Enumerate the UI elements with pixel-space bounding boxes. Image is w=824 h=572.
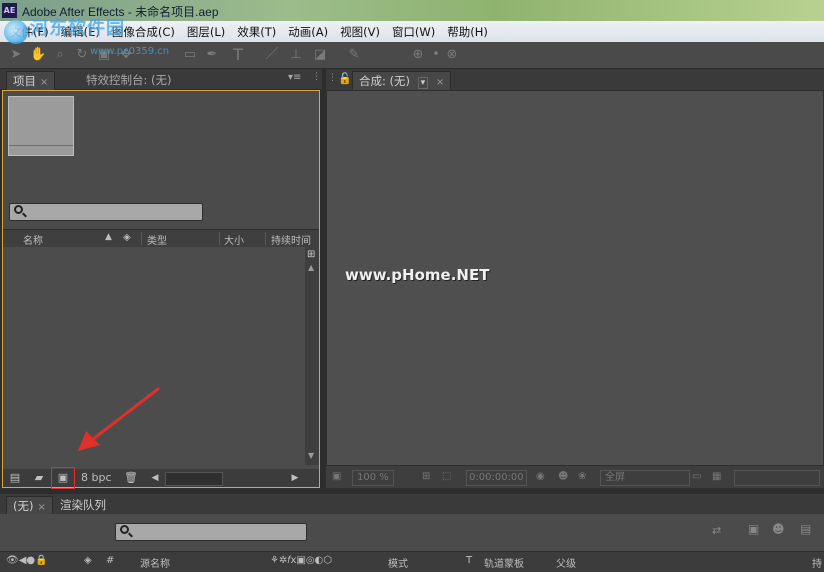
label-tag-icon[interactable]: ◈ — [123, 232, 131, 243]
menu-animation[interactable]: 动画(A) — [282, 24, 334, 40]
lock-icon[interactable]: 🔓 — [338, 72, 352, 85]
label-tag-icon[interactable]: ◈ — [84, 555, 92, 566]
zoom-tool-icon[interactable]: ⌕ — [52, 47, 68, 63]
thumbnail-divider — [9, 145, 73, 146]
composition-dropdown-icon[interactable]: ▾ — [417, 77, 429, 89]
timeline-tabbar: ⋮ (无)× 渲染队列 — [0, 494, 824, 515]
mask-tool-icon[interactable]: ▭ — [182, 47, 198, 63]
column-parent[interactable]: 父级 — [556, 555, 576, 570]
watermark-overlay-text: www.pHome.NET — [345, 266, 490, 284]
composition-tabbar: ⋮ 🔓 合成: (无) ▾ × — [326, 69, 824, 90]
view-options-field[interactable] — [734, 470, 820, 486]
tab-render-queue[interactable]: 渲染队列 — [54, 496, 112, 514]
selection-tool-icon[interactable]: ➤ — [8, 47, 24, 63]
panel-grip-icon-right[interactable]: ⋮ — [312, 72, 321, 82]
highlight-box — [51, 467, 75, 489]
composition-footer: ▣ 100 % ⊞ ⬚ 0:00:00:00 ◉ ☻ ❀ 全屏 ▭ ▦ — [326, 466, 824, 488]
column-number[interactable]: # — [106, 555, 114, 566]
always-preview-icon[interactable]: ▣ — [332, 470, 341, 484]
region-of-interest-icon[interactable]: ▭ — [692, 470, 701, 484]
menu-window[interactable]: 窗口(W) — [386, 24, 441, 40]
frame-blending-icon[interactable]: ▤ — [800, 522, 811, 536]
current-time-display[interactable]: 0:00:00:00 — [466, 470, 527, 486]
horizontal-scroll-thumb[interactable] — [165, 472, 223, 486]
close-icon[interactable]: × — [436, 77, 444, 88]
text-tool-icon[interactable]: T — [230, 47, 246, 63]
interpret-footage-icon[interactable]: ▤ — [7, 471, 23, 485]
column-name[interactable]: 名称 — [23, 232, 43, 247]
search-icon — [14, 205, 23, 214]
scroll-right-icon[interactable]: ▶ — [287, 471, 303, 485]
project-tabbar: ⋮ 项目× 特效控制台: (无) ▾≡ ⋮ — [0, 69, 322, 90]
menu-help[interactable]: 帮助(H) — [441, 24, 494, 40]
bit-depth-label[interactable]: 8 bpc — [81, 471, 112, 484]
show-snapshot-icon[interactable]: ☻ — [558, 470, 568, 484]
project-vertical-scrollbar[interactable]: ⊞ ▲ ▼ — [305, 247, 319, 465]
search-icon — [120, 525, 129, 534]
dot-icon[interactable]: • — [428, 47, 444, 63]
hand-tool-icon[interactable]: ✋ — [30, 47, 46, 63]
safe-zones-icon[interactable]: ⊞ — [422, 470, 430, 484]
project-thumbnail — [8, 96, 74, 156]
hide-shy-layers-icon[interactable]: ☻ — [772, 522, 785, 536]
panel-menu-icon[interactable]: ▾≡ — [288, 72, 301, 83]
world-axis-icon[interactable]: ⊗ — [444, 47, 460, 63]
column-mode[interactable]: 模式 — [388, 555, 408, 570]
menu-layer[interactable]: 图层(L) — [181, 24, 231, 40]
sort-ascending-icon[interactable]: ▲ — [105, 232, 112, 242]
pen-tool-icon[interactable]: ✒ — [204, 47, 220, 63]
watermark-url: www.pc0359.cn — [90, 46, 170, 57]
column-divider[interactable] — [219, 232, 220, 245]
snapshot-icon[interactable]: ◉ — [536, 470, 545, 484]
rotate-tool-icon[interactable]: ↻ — [74, 47, 90, 63]
resolution-dropdown[interactable]: 全屏 — [600, 470, 690, 486]
timeline-column-header: 👁◀●🔒 ◈ # 源名称 ⚘✲𝑓x▣◎◐⬡ 模式 T 轨道蒙板 父级 持 — [0, 551, 824, 572]
menu-effect[interactable]: 效果(T) — [231, 24, 282, 40]
close-icon[interactable]: × — [40, 77, 48, 88]
timeline-panel: ⇄ ▣ ☻ ▤ 👁◀●🔒 ◈ # 源名称 ⚘✲𝑓x▣◎◐⬡ 模式 T 轨道蒙板 … — [0, 514, 824, 572]
brush-tool-icon[interactable]: ／ — [264, 47, 280, 63]
scroll-down-icon[interactable]: ▼ — [308, 451, 314, 460]
menu-view[interactable]: 视图(V) — [334, 24, 386, 40]
axis-mode-icon[interactable]: ⊕ — [410, 47, 426, 63]
tab-timeline-none[interactable]: (无) × — [6, 496, 53, 515]
column-divider[interactable] — [141, 232, 142, 245]
av-features-icon[interactable]: 👁◀●🔒 — [6, 555, 48, 566]
layer-switches-icon[interactable]: ⚘✲𝑓x▣◎◐⬡ — [270, 555, 332, 566]
panel-grip-icon[interactable]: ⋮ — [328, 73, 337, 83]
flowchart-icon[interactable]: ⊞ — [307, 249, 315, 260]
project-column-header: 名称 ▲ ◈ 类型 大小 持续时间 — [3, 229, 319, 248]
watermark-logo — [4, 20, 28, 44]
tab-composition[interactable]: 合成: (无) ▾ × — [352, 71, 452, 90]
scroll-left-icon[interactable]: ◀ — [147, 471, 163, 485]
zoom-dropdown[interactable]: 100 % — [352, 470, 394, 486]
mask-visibility-icon[interactable]: ⬚ — [442, 470, 451, 484]
scroll-up-icon[interactable]: ▲ — [308, 263, 314, 272]
close-icon[interactable]: × — [37, 502, 45, 513]
watermark-site-text: 河东软件园 — [30, 18, 125, 39]
transparency-grid-icon[interactable]: ▦ — [712, 470, 721, 484]
roto-brush-tool-icon[interactable]: ✎ — [346, 47, 362, 63]
column-duration[interactable]: 持续时间 — [271, 232, 311, 247]
new-folder-icon[interactable]: ▰ — [31, 471, 47, 485]
column-preserve-transparency[interactable]: T — [466, 555, 472, 566]
channel-icon[interactable]: ❀ — [578, 470, 586, 484]
app-icon: AE — [2, 3, 17, 18]
eraser-tool-icon[interactable]: ◪ — [312, 47, 328, 63]
clone-stamp-tool-icon[interactable]: ⊥ — [288, 47, 304, 63]
composition-mini-flowchart-icon[interactable]: ⇄ — [712, 524, 721, 537]
annotation-arrow-icon — [78, 387, 160, 451]
column-size[interactable]: 大小 — [224, 232, 244, 247]
column-type[interactable]: 类型 — [147, 232, 167, 247]
column-divider[interactable] — [265, 232, 266, 245]
draft-3d-icon[interactable]: ▣ — [748, 522, 759, 536]
project-search-input[interactable] — [9, 203, 203, 221]
tab-effect-controls[interactable]: 特效控制台: (无) — [80, 71, 178, 89]
trash-icon[interactable]: 🗑 — [123, 471, 139, 485]
timeline-search-input[interactable] — [115, 523, 307, 541]
column-source-name[interactable]: 源名称 — [140, 555, 170, 570]
column-track-matte[interactable]: 轨道蒙板 — [484, 555, 524, 570]
tab-project[interactable]: 项目 × — [6, 71, 56, 90]
column-duration-truncated[interactable]: 持 — [812, 555, 822, 570]
